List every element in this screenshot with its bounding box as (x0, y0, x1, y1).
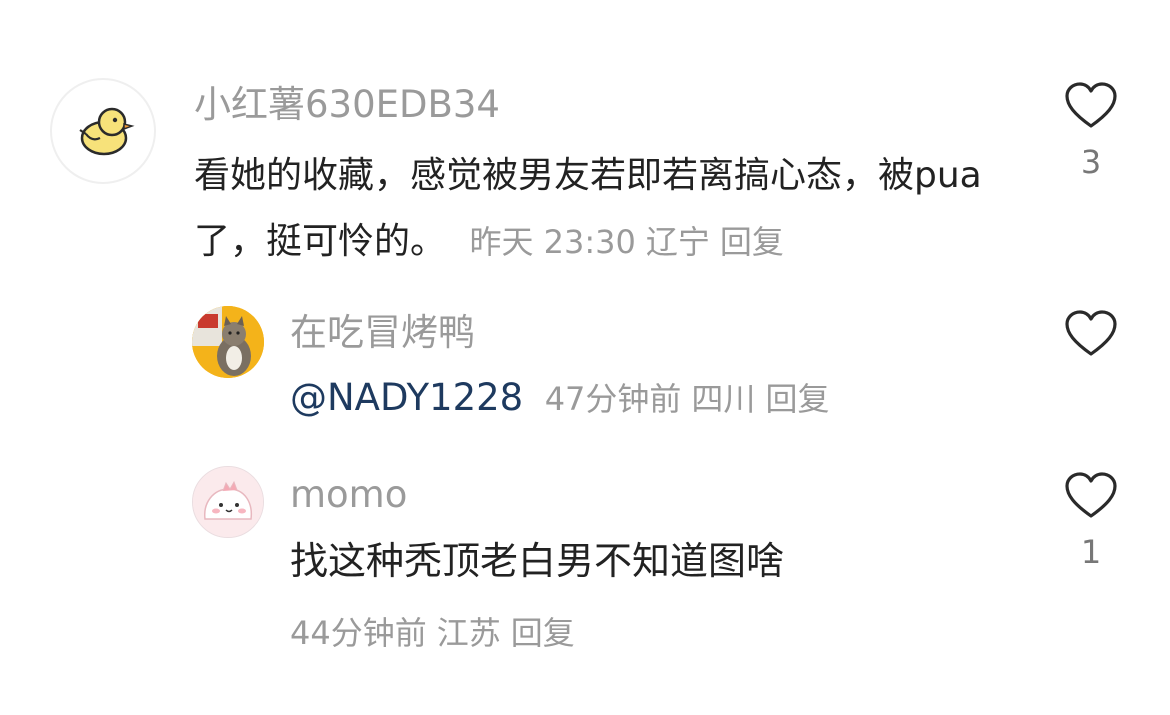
comment-time: 昨天 23:30 (469, 223, 636, 261)
user-avatar[interactable] (192, 466, 264, 538)
comment-body: @NADY1228 47分钟前 四川 回复 (290, 373, 829, 424)
like-button[interactable]: 3 (1064, 82, 1118, 178)
comment-time: 47分钟前 (544, 380, 682, 418)
comment-time: 44分钟前 (290, 614, 427, 652)
comment-body: 看她的收藏，感觉被男友若即若离搞心态，被pua了，挺可怜的。 昨天 23:30 辽… (194, 143, 1014, 275)
pink-blob-avatar (193, 467, 263, 537)
comment-username[interactable]: 在吃冒烤鸭 (290, 314, 475, 351)
cat-photo-avatar (192, 306, 264, 378)
comment-text: 找这种秃顶老白男不知道图啥 (290, 539, 785, 583)
heart-icon (1065, 472, 1117, 518)
reply-button[interactable]: 回复 (511, 614, 575, 652)
reply-button[interactable]: 回复 (765, 380, 829, 418)
user-avatar[interactable] (192, 306, 264, 378)
like-count: 3 (1080, 143, 1102, 181)
reply-button[interactable]: 回复 (720, 223, 784, 261)
like-count: 1 (1080, 533, 1102, 571)
user-avatar[interactable] (50, 78, 156, 184)
comment-username[interactable]: momo (290, 476, 407, 513)
comment-meta: 47分钟前 四川 回复 (535, 380, 830, 418)
comment-meta: 44分钟前 江苏 回复 (290, 608, 575, 654)
comment-location: 江苏 (436, 614, 501, 652)
like-button[interactable]: 1 (1064, 472, 1118, 568)
comment-location: 辽宁 (645, 223, 710, 261)
comment-username[interactable]: 小红薯630EDB34 (194, 86, 500, 123)
heart-icon (1065, 82, 1117, 128)
mention-link[interactable]: @NADY1228 (290, 376, 523, 419)
comment-meta: 昨天 23:30 辽宁 回复 (457, 223, 783, 261)
like-button[interactable] (1064, 310, 1118, 374)
duck-avatar-icon (79, 107, 135, 156)
comment-location: 四川 (691, 380, 756, 418)
heart-icon (1065, 310, 1117, 356)
